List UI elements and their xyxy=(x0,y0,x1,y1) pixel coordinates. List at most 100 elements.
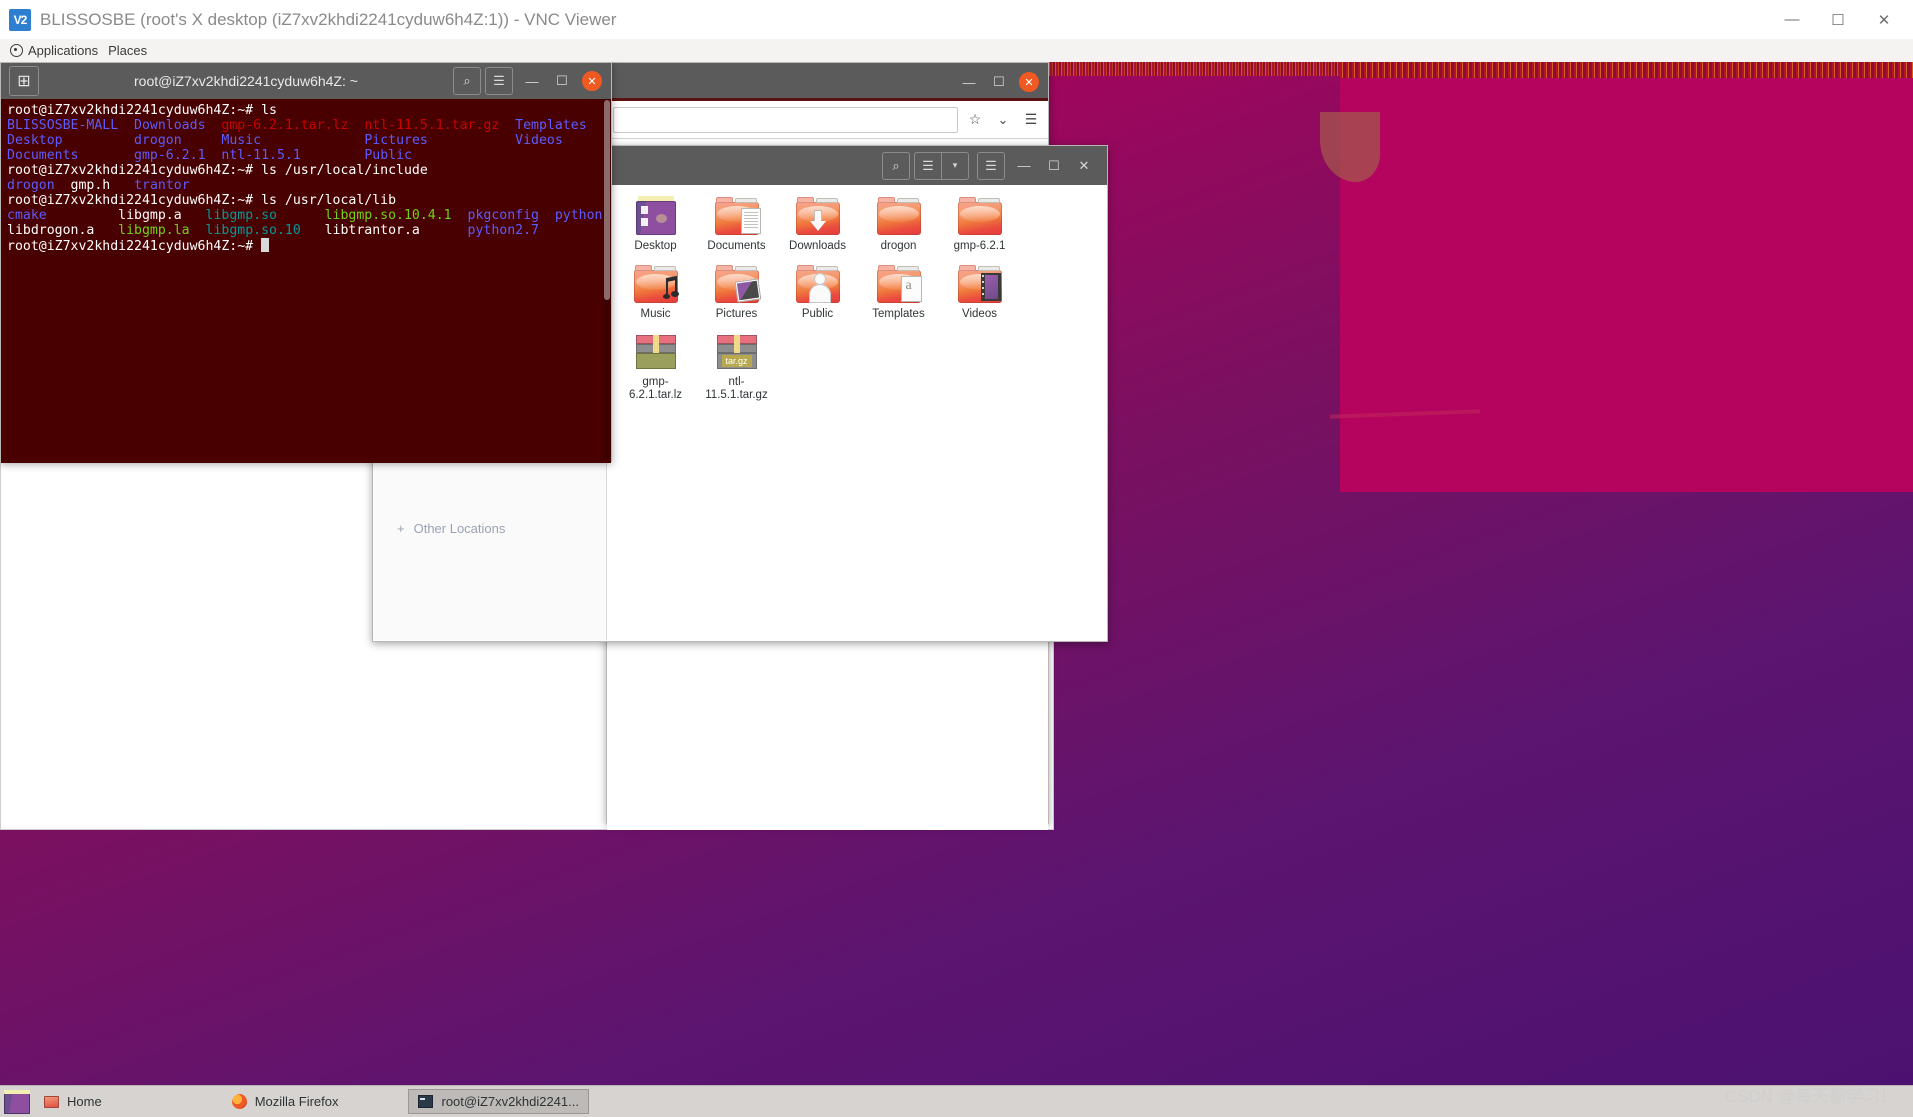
file-item-desktop[interactable]: Desktop xyxy=(615,196,696,253)
file-item-downloads[interactable]: Downloads xyxy=(777,197,858,253)
folder-icon xyxy=(957,197,1002,235)
file-item-videos[interactable]: Videos xyxy=(939,265,1020,321)
file-item-gmp-tar-lz[interactable]: gmp-6.2.1.tar.lz xyxy=(615,335,696,402)
videos-folder-icon xyxy=(957,265,1002,303)
desktop-area[interactable]: — ☐ ✕ ☆ ⌄ ☰ ⌕ ☰ ▾ ☰ — ☐ ✕ + Other Locati… xyxy=(0,62,1913,1117)
file-item-pictures[interactable]: Pictures xyxy=(696,265,777,321)
archive-extension-label: tar.gz xyxy=(721,355,752,367)
taskbar-item-label: Home xyxy=(67,1094,102,1109)
taskbar-item-firefox[interactable]: Mozilla Firefox xyxy=(222,1089,349,1114)
file-item-templates[interactable]: Templates xyxy=(858,265,939,321)
file-item-drogon[interactable]: drogon xyxy=(858,197,939,253)
vnc-logo-icon: V2 xyxy=(9,8,31,31)
taskbar-item-label: root@iZ7xv2khdi2241... xyxy=(441,1094,579,1109)
terminal-file-entry: libdrogon.a xyxy=(7,223,119,238)
vnc-minimize-button[interactable]: — xyxy=(1769,0,1815,39)
terminal-output[interactable]: root@iZ7xv2khdi2241cyduw6h4Z:~# ls BLISSO… xyxy=(1,99,611,463)
files-view-list-icon[interactable]: ☰ xyxy=(914,151,942,180)
terminal-file-entry: ntl-11.5.1.tar.gz xyxy=(364,118,516,133)
firefox-navbar: ☆ ⌄ ☰ xyxy=(607,101,1048,139)
terminal-file-entry: Documents xyxy=(7,148,135,163)
documents-folder-icon xyxy=(714,197,761,235)
other-locations-label: Other Locations xyxy=(413,521,506,536)
vnc-window-controls: — ☐ ✕ xyxy=(1769,0,1907,39)
terminal-file-entry: Desktop xyxy=(7,133,135,148)
terminal-new-tab-icon[interactable]: ⊞ xyxy=(9,66,39,96)
terminal-scrollbar-thumb[interactable] xyxy=(604,100,610,300)
file-item-ntl-tar-gz[interactable]: tar.gz ntl-11.5.1.tar.gz xyxy=(696,335,777,402)
terminal-file-entry: Downloads xyxy=(134,118,222,133)
public-folder-icon xyxy=(795,265,840,303)
terminal-file-entry: libtrantor.a xyxy=(324,223,468,238)
firefox-close-button[interactable]: ✕ xyxy=(1019,72,1039,92)
file-item-public[interactable]: Public xyxy=(777,265,858,321)
applications-menu[interactable]: Applications xyxy=(10,43,98,58)
terminal-file-entry: pkgconfig xyxy=(467,208,555,223)
terminal-file-entry: BLISSOSBE-MALL xyxy=(7,118,135,133)
terminal-window-title: root@iZ7xv2khdi2241cyduw6h4Z: ~ xyxy=(134,73,358,89)
terminal-output-line: Documents gmp-6.2.1 ntl-11.5.1 Public xyxy=(7,148,605,163)
file-icon-grid: Desktop Documents Downloads drogon gmp-6… xyxy=(615,196,1099,416)
firefox-minimize-button[interactable]: — xyxy=(954,67,984,97)
terminal-file-entry: cmake xyxy=(7,208,119,223)
file-label: gmp-6.2.1.tar.lz xyxy=(628,376,683,401)
terminal-close-button[interactable]: ✕ xyxy=(582,71,602,91)
terminal-output-line: drogon gmp.h trantor xyxy=(7,178,605,193)
places-menu[interactable]: Places xyxy=(108,43,147,58)
terminal-icon xyxy=(418,1095,434,1108)
folder-icon xyxy=(876,197,921,235)
firefox-url-input[interactable] xyxy=(613,106,958,133)
terminal-file-entry: gmp.h xyxy=(70,178,135,193)
firefox-tabstrip xyxy=(607,98,1048,101)
files-close-button[interactable]: ✕ xyxy=(1069,151,1099,181)
terminal-menu-icon[interactable]: ☰ xyxy=(485,67,513,95)
files-minimize-button[interactable]: — xyxy=(1009,151,1039,181)
firefox-maximize-button[interactable]: ☐ xyxy=(984,67,1014,97)
terminal-prompt-line: root@iZ7xv2khdi2241cyduw6h4Z:~# ls /usr/… xyxy=(7,193,605,208)
terminal-file-entry: libgmp.so xyxy=(205,208,325,223)
terminal-file-entry: trantor xyxy=(134,178,198,193)
files-search-icon[interactable]: ⌕ xyxy=(882,151,910,180)
terminal-search-icon[interactable]: ⌕ xyxy=(453,67,481,95)
firefox-menu-icon[interactable]: ☰ xyxy=(1020,111,1042,128)
sidebar-item-other-locations[interactable]: + Other Locations xyxy=(397,521,505,536)
terminal-window[interactable]: ⊞ root@iZ7xv2khdi2241cyduw6h4Z: ~ ⌕ ☰ — … xyxy=(0,62,612,463)
terminal-scrollbar[interactable] xyxy=(603,99,611,459)
applications-label: Applications xyxy=(28,43,99,58)
files-view-chevron-down-icon[interactable]: ▾ xyxy=(942,151,969,180)
files-icon-view[interactable]: Desktop Documents Downloads drogon gmp-6… xyxy=(607,185,1107,640)
terminal-output-line: cmake libgmp.a libgmp.so libgmp.so.10.4.… xyxy=(7,208,611,223)
terminal-file-entry: Music xyxy=(221,133,365,148)
terminal-maximize-button[interactable]: ☐ xyxy=(547,66,577,96)
terminal-output-line: Desktop drogon Music Pictures Videos xyxy=(7,133,605,148)
vnc-viewer-window: V2 BLISSOSBE (root's X desktop (iZ7xv2kh… xyxy=(0,0,1913,1117)
file-label: Public xyxy=(801,308,834,320)
file-item-documents[interactable]: Documents xyxy=(696,197,777,253)
taskbar[interactable]: Home Mozilla Firefox root@iZ7xv2khdi2241… xyxy=(0,1085,1913,1117)
file-label: Pictures xyxy=(715,308,758,320)
places-label: Places xyxy=(108,43,148,58)
vnc-maximize-button[interactable]: ☐ xyxy=(1815,0,1861,39)
taskbar-item-terminal[interactable]: root@iZ7xv2khdi2241... xyxy=(408,1089,589,1114)
terminal-prompt: root@iZ7xv2khdi2241cyduw6h4Z:~# xyxy=(7,163,262,178)
terminal-prompt: root@iZ7xv2khdi2241cyduw6h4Z:~# xyxy=(7,103,262,118)
wallpaper-streak xyxy=(1340,62,1913,492)
taskbar-item-label: Mozilla Firefox xyxy=(254,1094,339,1109)
file-item-music[interactable]: Music xyxy=(615,265,696,321)
file-label: Desktop xyxy=(634,240,677,252)
pocket-icon[interactable]: ⌄ xyxy=(992,112,1014,128)
terminal-file-entry: libgmp.a xyxy=(118,208,206,223)
terminal-minimize-button[interactable]: — xyxy=(517,66,547,96)
terminal-file-entry: libgmp.so.10.4.1 xyxy=(324,208,468,223)
terminal-output-line: BLISSOSBE-MALL Downloads gmp-6.2.1.tar.l… xyxy=(7,118,605,133)
terminal-file-entry: gmp-6.2.1 xyxy=(134,148,222,163)
taskbar-item-home[interactable]: Home xyxy=(34,1089,112,1114)
downloads-folder-icon xyxy=(795,197,840,235)
files-menu-icon[interactable]: ☰ xyxy=(977,151,1005,180)
files-maximize-button[interactable]: ☐ xyxy=(1039,151,1069,181)
terminal-prompt-line: root@iZ7xv2khdi2241cyduw6h4Z:~# ls xyxy=(7,103,605,118)
file-item-gmp-621[interactable]: gmp-6.2.1 xyxy=(939,197,1020,253)
vnc-close-button[interactable]: ✕ xyxy=(1861,0,1907,39)
show-desktop-icon[interactable] xyxy=(4,1089,30,1114)
bookmark-star-icon[interactable]: ☆ xyxy=(964,111,986,128)
